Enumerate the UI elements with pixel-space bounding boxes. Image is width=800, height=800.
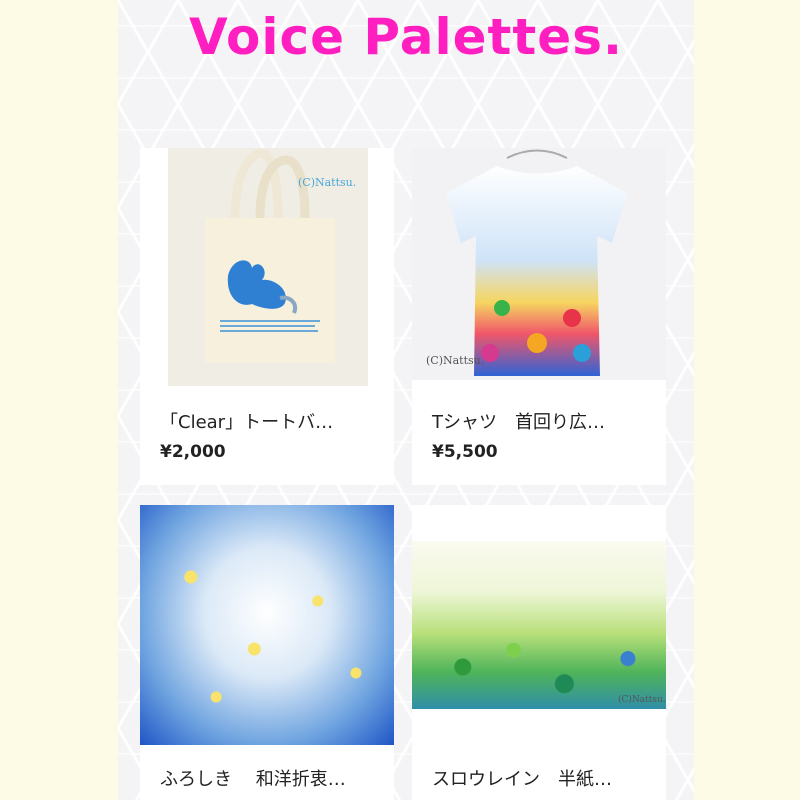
product-name[interactable]: ふろしき 和洋折衷…: [160, 765, 346, 791]
product-card-tshirt[interactable]: (C)Nattsu. Tシャツ 首回り広… ¥5,500: [412, 148, 666, 485]
tshirt-image[interactable]: (C)Nattsu.: [412, 148, 666, 380]
watermark-text: (C)Nattsu.: [426, 354, 485, 367]
product-name[interactable]: Tシャツ 首回り広…: [432, 408, 605, 434]
product-name[interactable]: スロウレイン 半紙…: [432, 765, 612, 791]
furoshiki-image[interactable]: [140, 505, 394, 745]
left-margin: [0, 0, 118, 800]
product-price: ¥5,500: [432, 442, 498, 462]
product-card-painting[interactable]: (C)Nattsu. スロウレイン 半紙…: [412, 505, 666, 800]
shop-page: Voice Palettes. (C)Nattsu. 「Clear」トートバ… …: [118, 0, 694, 800]
product-price: ¥2,000: [160, 442, 226, 462]
tote-bag-image[interactable]: (C)Nattsu.: [140, 148, 394, 388]
painting-canvas: [412, 541, 666, 709]
painting-image[interactable]: (C)Nattsu.: [412, 505, 666, 745]
watermark-text: (C)Nattsu.: [618, 695, 666, 705]
right-margin: [682, 0, 800, 800]
watermark-text: (C)Nattsu.: [298, 176, 357, 189]
product-name[interactable]: 「Clear」トートバ…: [160, 408, 333, 434]
shop-title: Voice Palettes.: [189, 8, 623, 66]
product-card-furoshiki[interactable]: ふろしき 和洋折衷…: [140, 505, 394, 800]
product-card-tote[interactable]: (C)Nattsu. 「Clear」トートバ… ¥2,000: [140, 148, 394, 485]
